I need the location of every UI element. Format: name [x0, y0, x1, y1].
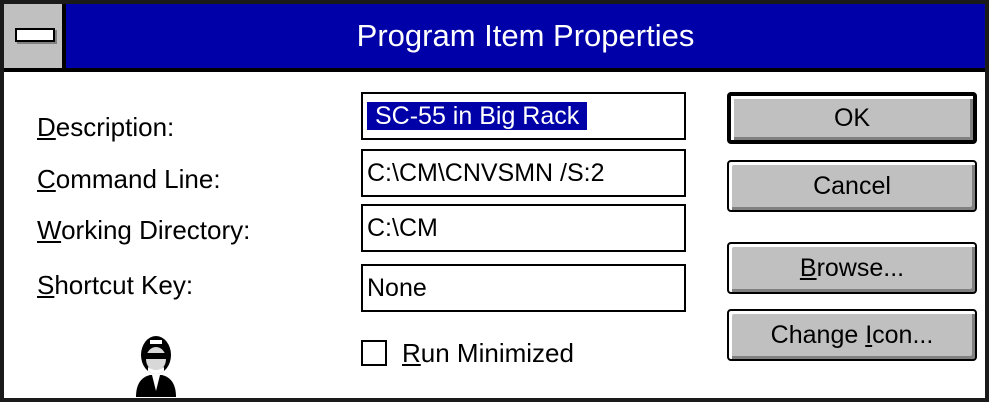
command-line-value: C:\CM\CNVSMN /S:2	[367, 159, 605, 187]
browse-button[interactable]: Browse...	[727, 242, 977, 294]
cancel-button[interactable]: Cancel	[727, 160, 977, 212]
working-directory-field[interactable]: C:\CM	[361, 204, 686, 252]
change-icon-button[interactable]: Change Icon...	[727, 309, 977, 361]
command-line-field[interactable]: C:\CM\CNVSMN /S:2	[361, 149, 686, 197]
program-item-properties-dialog: Program Item Properties Description: Com…	[0, 0, 989, 402]
person-portrait-icon	[136, 336, 176, 397]
description-field[interactable]: SC-55 in Big Rack	[361, 92, 686, 140]
ok-button[interactable]: OK	[727, 92, 977, 144]
working-directory-value: C:\CM	[367, 214, 438, 242]
dialog-title: Program Item Properties	[356, 18, 695, 53]
working-directory-label: Working Directory:	[37, 215, 251, 245]
run-minimized-label[interactable]: Run Minimized	[402, 338, 574, 369]
run-minimized-checkbox[interactable]	[361, 340, 387, 366]
description-value: SC-55 in Big Rack	[367, 102, 588, 130]
command-line-label: Command Line:	[37, 164, 221, 194]
title-bar[interactable]: Program Item Properties	[4, 4, 985, 72]
shortcut-key-value: None	[367, 274, 427, 302]
description-label: Description:	[37, 112, 175, 142]
system-menu-button[interactable]	[4, 4, 66, 68]
shortcut-key-field[interactable]: None	[361, 264, 686, 312]
shortcut-key-label: Shortcut Key:	[37, 270, 194, 300]
system-menu-icon	[15, 28, 55, 42]
